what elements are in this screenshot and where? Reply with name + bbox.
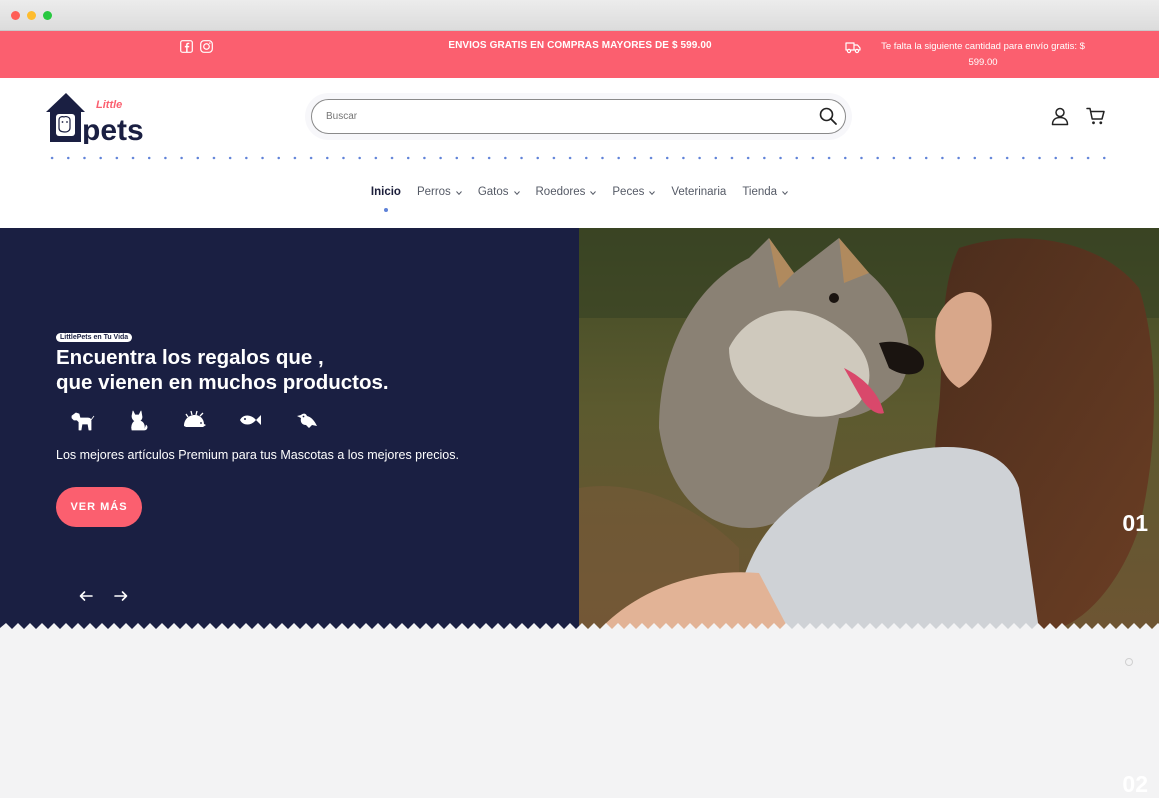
nav-item-label: Roedores [535,186,586,198]
fish-icon [240,415,261,425]
nav-item-tienda[interactable]: Tienda [742,182,788,212]
nav-item-perros[interactable]: Perros [417,182,462,212]
animal-icon-row [68,406,348,434]
hero-headline-line-1: Encuentra los regalos que , [56,346,324,369]
search-icon[interactable] [818,106,838,126]
cart-icon[interactable] [1086,106,1106,126]
main-navigation: Inicio Perros Gatos Roedores Peces Veter… [0,182,1159,212]
nav-item-label: Peces [612,186,645,198]
nav-item-label: Perros [416,186,451,198]
minimize-window-button[interactable] [27,11,36,20]
announcement-bar: ENVIOS GRATIS EN COMPRAS MAYORES DE $ 59… [0,31,1159,78]
free-shipping-promo: ENVIOS GRATIS EN COMPRAS MAYORES DE $ 59… [448,40,712,51]
chevron-down-icon [590,191,597,195]
chevron-down-icon [455,191,462,195]
dog-icon [71,412,95,431]
shipping-remaining-text: Te falta la siguiente cantidad para enví… [881,41,1085,68]
instagram-icon[interactable] [200,40,213,53]
site-header: Little pets Inicio Perros [0,78,1159,228]
dotted-divider [44,156,1116,160]
nav-item-veterinaria[interactable]: Veterinaria [671,182,726,212]
nav-item-label: Gatos [477,186,509,198]
nav-item-peces[interactable]: Peces [612,182,656,212]
active-indicator-dot [383,208,388,212]
truck-icon [845,42,861,54]
maximize-window-button[interactable] [43,11,52,20]
search-input[interactable] [326,108,806,125]
bird-icon [297,413,317,428]
search-bar [311,99,846,134]
next-section-background [0,630,1159,651]
hero-slider: LittlePets en Tu Vida Encuentra los rega… [0,228,1159,797]
hero-text-panel: LittlePets en Tu Vida Encuentra los rega… [0,228,579,630]
browser-chrome [0,0,1159,31]
browser-window: ENVIOS GRATIS EN COMPRAS MAYORES DE $ 59… [0,0,1159,797]
chevron-down-icon [513,191,520,195]
slide-number-next: 02 [1122,771,1148,797]
arrow-left-icon[interactable] [78,588,94,604]
arrow-right-icon[interactable] [113,588,129,604]
logo-small-text: Little [96,99,122,111]
slide-number-current: 01 [1122,510,1148,536]
ver-mas-button[interactable]: VER MÁS [56,487,142,527]
nav-item-label: Inicio [370,186,401,198]
nav-item-gatos[interactable]: Gatos [478,182,520,212]
chevron-down-icon [649,191,656,195]
hero-photo-dog-and-woman [579,228,1159,630]
cat-icon [131,410,148,431]
nav-item-inicio[interactable]: Inicio [371,182,401,212]
close-window-button[interactable] [11,11,20,20]
logo-big-text: pets [82,114,144,144]
facebook-icon[interactable] [180,40,193,53]
hedgehog-icon [184,410,206,427]
hero-subtitle: Los mejores artículos Premium para tus M… [56,448,459,462]
hero-headline-line-2: que vienen en muchos productos. [56,371,389,394]
nav-item-label: Tienda [742,186,778,198]
nav-item-label: Veterinaria [671,186,727,198]
littlepets-logo[interactable]: Little pets [44,90,164,144]
slide-dot-2[interactable] [1125,658,1133,666]
chevron-down-icon [782,191,788,195]
hero-badge: LittlePets en Tu Vida [56,333,133,342]
nav-item-roedores[interactable]: Roedores [536,182,597,212]
user-icon[interactable] [1050,106,1070,126]
hero-headline: Encuentra los regalos que , que vienen e… [56,345,476,395]
